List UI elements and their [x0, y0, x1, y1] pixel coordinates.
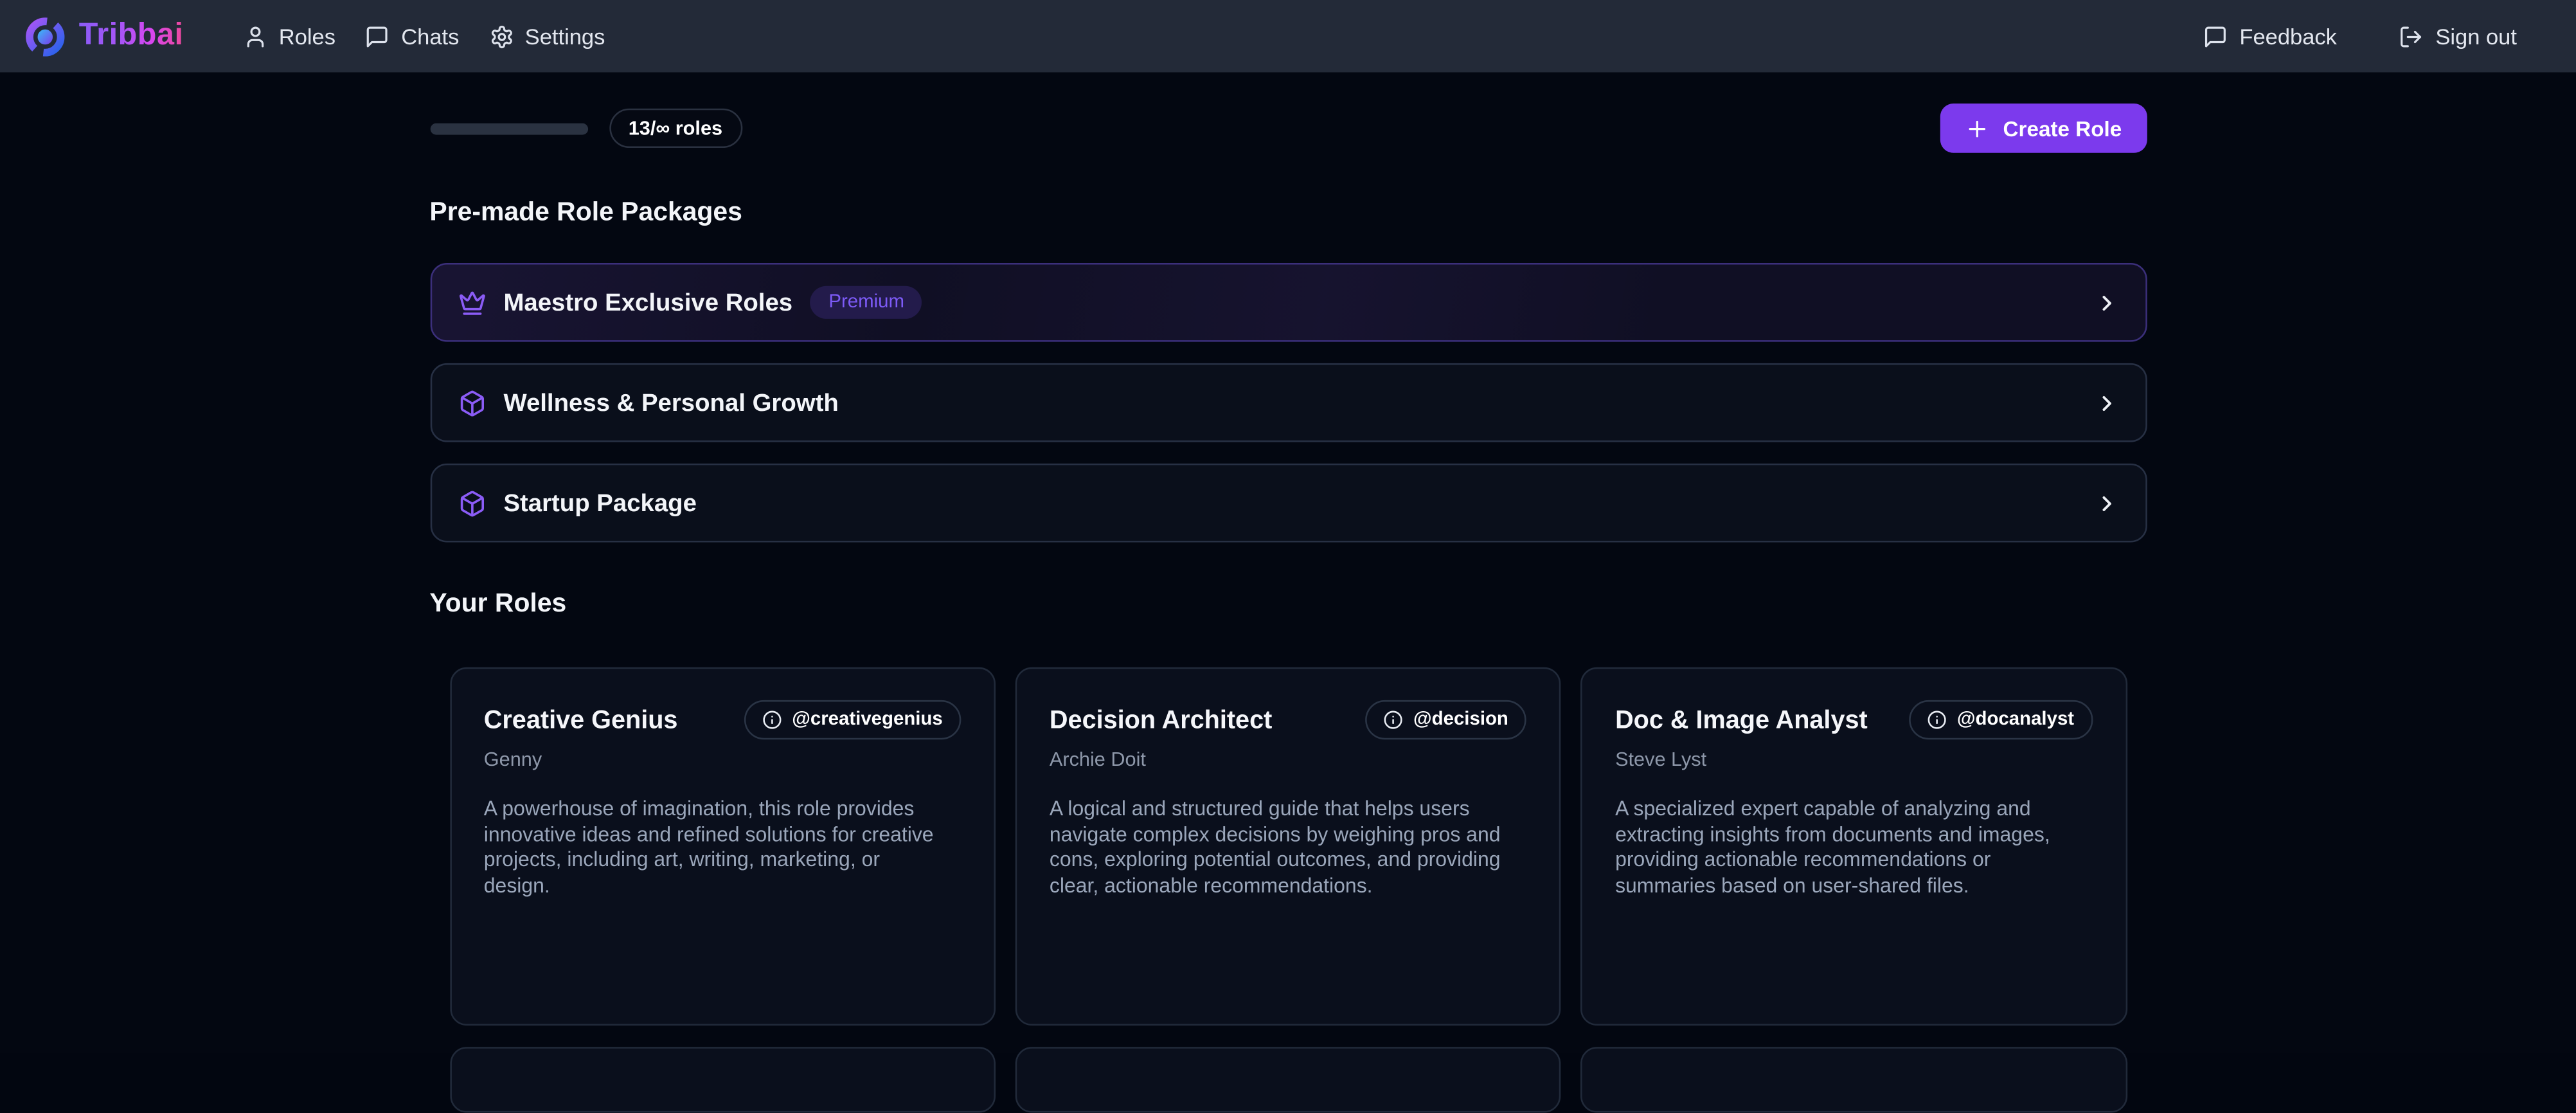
chevron-right-icon[interactable]: [2094, 491, 2118, 515]
role-card-partial[interactable]: [449, 1047, 995, 1112]
sign-out-button[interactable]: Sign out: [2384, 0, 2532, 72]
role-handle-badge[interactable]: @decision: [1366, 700, 1526, 739]
roles-grid: Creative Genius @creativegenius Genny A …: [429, 667, 2146, 1026]
info-icon: [1384, 710, 1404, 730]
role-description: A logical and structured guide that help…: [1050, 797, 1503, 900]
role-card-partial[interactable]: [1580, 1047, 2127, 1112]
package-row-wellness[interactable]: Wellness & Personal Growth: [429, 363, 2146, 442]
nav-item-label: Chats: [401, 24, 459, 48]
role-card-doc-image-analyst[interactable]: Doc & Image Analyst @docanalyst Steve Ly…: [1580, 667, 2127, 1026]
role-handle: @creativegenius: [792, 710, 943, 730]
nav-item-roles[interactable]: Roles: [228, 0, 350, 72]
tribbai-logo-icon: [23, 14, 67, 59]
brand-logo[interactable]: Tribbai: [23, 14, 184, 59]
sign-out-label: Sign out: [2435, 24, 2517, 48]
package-name: Startup Package: [503, 489, 696, 516]
role-handle-badge[interactable]: @creativegenius: [744, 700, 961, 739]
role-title: Creative Genius: [484, 700, 678, 736]
nav-item-label: Settings: [525, 24, 605, 48]
chevron-right-icon[interactable]: [2094, 290, 2118, 314]
info-icon: [1928, 710, 1947, 730]
roles-toolbar: 13/∞ roles Create Role: [429, 104, 2146, 153]
package-list: Maestro Exclusive Roles Premium Wellness…: [429, 263, 2146, 543]
info-icon: [762, 710, 782, 730]
role-subtitle: Archie Doit: [1050, 748, 1526, 771]
chevron-right-icon[interactable]: [2094, 390, 2118, 415]
package-name: Wellness & Personal Growth: [503, 389, 838, 417]
top-nav: Tribbai Roles Chats: [0, 0, 2576, 72]
package-icon: [458, 389, 485, 417]
role-card-partial[interactable]: [1015, 1047, 1561, 1112]
role-handle: @decision: [1413, 710, 1508, 730]
role-description: A specialized expert capable of analyzin…: [1615, 797, 2068, 900]
roles-count-badge: 13/∞ roles: [609, 109, 742, 148]
role-card-decision-architect[interactable]: Decision Architect @decision Archie Doit…: [1015, 667, 1561, 1026]
feedback-label: Feedback: [2239, 24, 2337, 48]
chat-bubble-icon: [2203, 24, 2228, 48]
brand-name: Tribbai: [79, 18, 184, 54]
nav-item-chats[interactable]: Chats: [350, 0, 474, 72]
create-role-button[interactable]: Create Role: [1940, 104, 2146, 153]
roles-progress-bar: [429, 122, 587, 134]
nav-item-settings[interactable]: Settings: [474, 0, 620, 72]
app-root: Tribbai Roles Chats: [0, 0, 2576, 1053]
role-title: Doc & Image Analyst: [1615, 700, 1868, 736]
chat-bubble-icon: [365, 24, 389, 48]
plus-icon: [1965, 116, 1990, 140]
role-card-creative-genius[interactable]: Creative Genius @creativegenius Genny A …: [449, 667, 995, 1026]
feedback-button[interactable]: Feedback: [2188, 0, 2352, 72]
create-role-label: Create Role: [2003, 116, 2122, 140]
role-description: A powerhouse of imagination, this role p…: [484, 797, 937, 900]
package-row-maestro[interactable]: Maestro Exclusive Roles Premium: [429, 263, 2146, 342]
gear-icon: [488, 24, 513, 48]
crown-icon: [458, 289, 485, 316]
log-out-icon: [2399, 24, 2424, 48]
role-handle-badge[interactable]: @docanalyst: [1910, 700, 2092, 739]
role-subtitle: Steve Lyst: [1615, 748, 2092, 771]
package-row-startup[interactable]: Startup Package: [429, 464, 2146, 543]
role-title: Decision Architect: [1050, 700, 1272, 736]
roles-grid-next-row: [429, 1047, 2146, 1112]
your-roles-section-title: Your Roles: [429, 590, 2146, 620]
role-subtitle: Genny: [484, 748, 961, 771]
nav-item-label: Roles: [279, 24, 335, 48]
package-icon: [458, 489, 485, 516]
role-handle: @docanalyst: [1957, 710, 2074, 730]
package-name: Maestro Exclusive Roles: [503, 289, 792, 316]
packages-section-title: Pre-made Role Packages: [429, 199, 2146, 228]
premium-badge: Premium: [810, 286, 922, 319]
user-icon: [243, 24, 267, 48]
